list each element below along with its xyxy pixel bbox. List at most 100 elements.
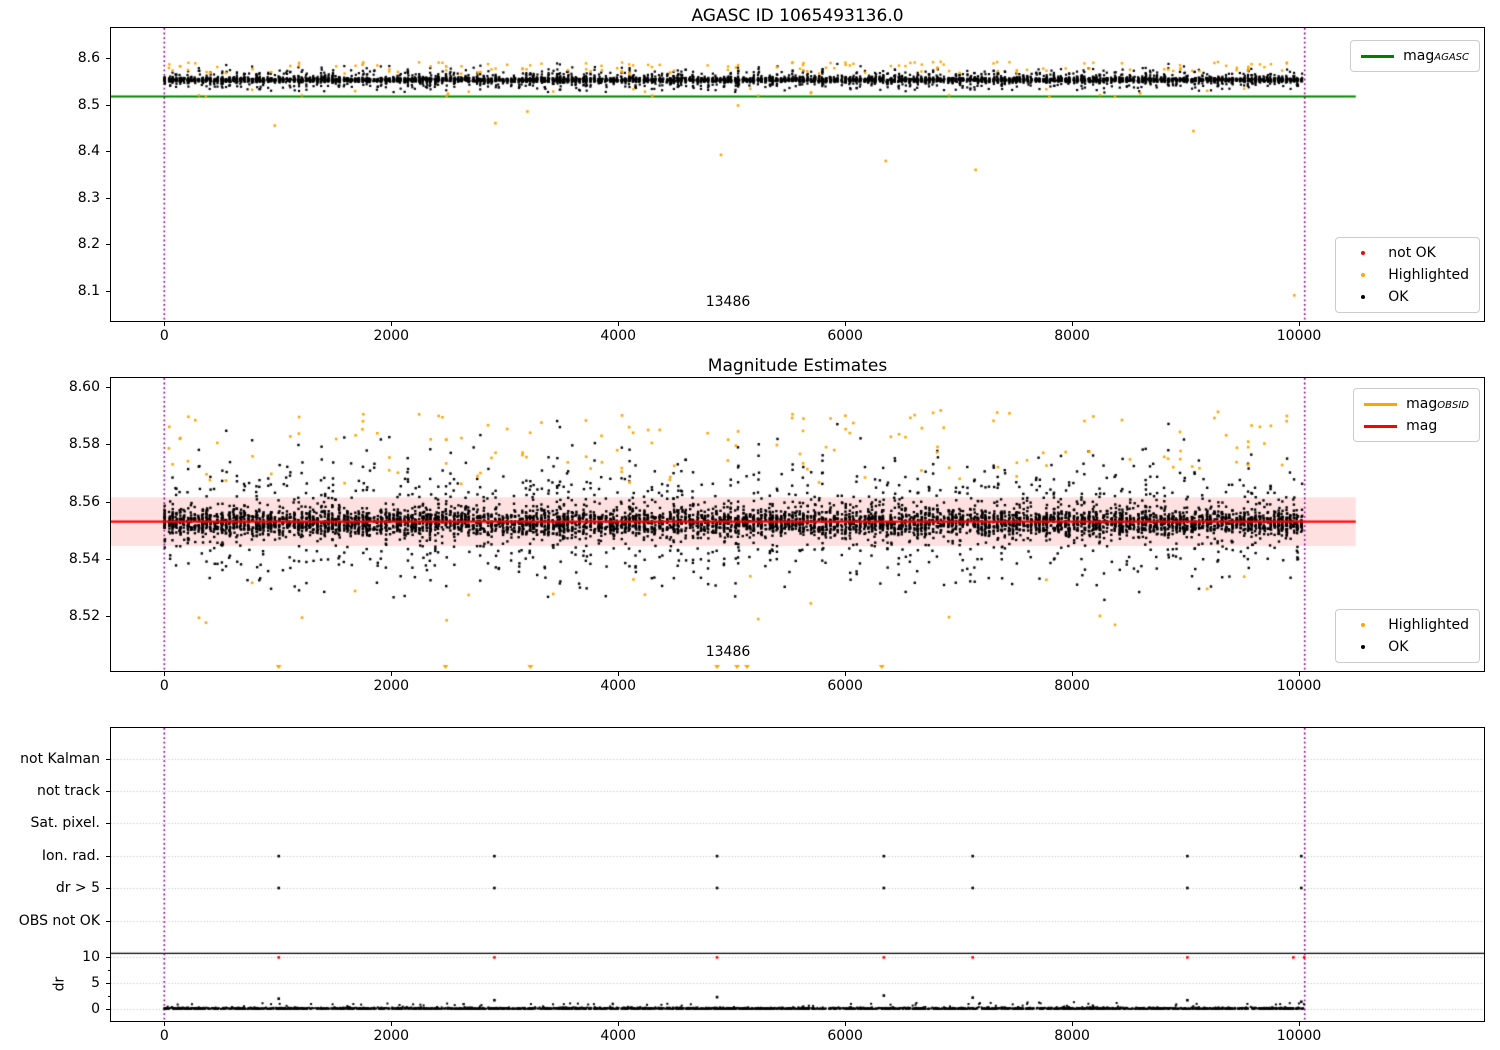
x-tick-label: 0 <box>159 1028 169 1044</box>
y-tick-label: 8.52 <box>68 608 100 625</box>
x-tick-label: 2000 <box>373 1028 410 1044</box>
mag-obsid-legend-label: magOBSID <box>1406 396 1469 412</box>
category-label: dr > 5 <box>55 880 100 896</box>
dr-tick-mark <box>106 983 110 985</box>
category-label: Sat. pixel. <box>30 815 100 832</box>
category-tick-mark <box>106 791 110 793</box>
dr-tick-mark <box>106 1008 110 1010</box>
figure: AGASC ID 1065493136.0 Magnitude Estimate… <box>0 0 1500 1050</box>
legend-row-not-ok: not OK <box>1346 243 1469 263</box>
y-tick-mark <box>106 291 110 293</box>
legend-row-highlighted-2: Highlighted <box>1346 615 1469 635</box>
mag-line-swatch <box>1364 424 1398 428</box>
x-tick-mark <box>618 322 620 326</box>
x-tick-label: 8000 <box>1054 678 1090 694</box>
middle-plot-canvas <box>111 378 1484 671</box>
y-tick-label: 8.3 <box>77 189 100 206</box>
category-label: not track <box>36 783 100 800</box>
mag-legend-label: mag <box>1406 418 1438 434</box>
x-tick-mark <box>1299 672 1301 676</box>
top-plot-canvas <box>111 28 1484 321</box>
not-ok-marker-icon <box>1346 251 1379 255</box>
y-tick-label: 8.1 <box>77 283 100 300</box>
dr-minor-tick-mark <box>107 996 110 998</box>
ok-legend-label: OK <box>1388 289 1409 305</box>
x-tick-label: 0 <box>159 328 169 344</box>
y-tick-label: 8.56 <box>68 493 100 510</box>
y-tick-label: 8.54 <box>68 550 100 567</box>
y-tick-mark <box>106 104 110 106</box>
x-tick-mark <box>391 672 393 676</box>
y-tick-mark <box>106 386 110 388</box>
x-tick-mark <box>1072 322 1074 326</box>
dr-tick-label: 5 <box>91 975 100 992</box>
category-label: not Kalman <box>20 750 100 767</box>
mag-agasc-legend-label: magAGASC <box>1403 48 1469 64</box>
legend-row-highlighted: Highlighted <box>1346 265 1469 285</box>
x-tick-mark <box>391 322 393 326</box>
y-tick-mark <box>106 501 110 503</box>
top-plot-title: AGASC ID 1065493136.0 <box>691 6 904 26</box>
top-plot-line-legend: magAGASC <box>1350 40 1480 72</box>
y-tick-mark <box>106 244 110 246</box>
y-tick-label: 8.5 <box>77 96 100 113</box>
x-tick-label: 0 <box>159 678 169 694</box>
legend-row-ok: OK <box>1346 287 1469 307</box>
legend-row-ok-2: OK <box>1346 637 1469 657</box>
category-tick-mark <box>106 758 110 760</box>
x-tick-label: 10000 <box>1276 1028 1322 1044</box>
x-tick-mark <box>1299 322 1301 326</box>
bottom-plot-area <box>110 727 1485 1022</box>
middle-plot-count-annotation: 13486 <box>705 644 751 660</box>
ok-marker-icon <box>1346 645 1379 649</box>
x-tick-label: 8000 <box>1054 1028 1090 1044</box>
y-tick-mark <box>106 151 110 153</box>
top-plot-area: 13486 magAGASC not OK Highlighted OK <box>110 27 1485 322</box>
y-tick-label: 8.6 <box>77 49 100 66</box>
x-tick-mark <box>1072 1022 1074 1026</box>
x-tick-label: 10000 <box>1276 678 1322 694</box>
category-tick-mark <box>106 856 110 858</box>
x-tick-label: 2000 <box>373 328 410 344</box>
highlighted-marker-icon <box>1346 273 1379 277</box>
x-tick-mark <box>845 322 847 326</box>
middle-plot-area: 13486 magOBSID mag Highlighted OK <box>110 377 1485 672</box>
y-tick-label: 8.2 <box>77 236 100 253</box>
dr-minor-tick-mark <box>107 970 110 972</box>
y-tick-mark <box>106 444 110 446</box>
dr-tick-mark <box>106 957 110 959</box>
legend-row-mag-agasc: magAGASC <box>1361 46 1469 66</box>
legend-row-mag: mag <box>1364 416 1469 436</box>
y-tick-mark <box>106 616 110 618</box>
x-tick-label: 8000 <box>1054 328 1090 344</box>
x-tick-label: 4000 <box>600 1028 637 1044</box>
category-tick-mark <box>106 823 110 825</box>
x-tick-label: 10000 <box>1276 328 1322 344</box>
x-tick-label: 4000 <box>600 328 637 344</box>
x-tick-mark <box>164 672 166 676</box>
x-tick-label: 2000 <box>373 678 410 694</box>
mag-obsid-line-swatch <box>1364 402 1398 406</box>
y-tick-label: 8.58 <box>68 436 100 453</box>
y-tick-mark <box>106 558 110 560</box>
x-tick-mark <box>845 1022 847 1026</box>
top-plot-count-annotation: 13486 <box>705 294 751 310</box>
y-tick-label: 8.60 <box>68 378 100 395</box>
x-tick-mark <box>845 672 847 676</box>
middle-plot-line-legend: magOBSID mag <box>1353 388 1480 442</box>
category-label: OBS not OK <box>18 912 100 929</box>
highlighted-marker-icon <box>1346 623 1379 627</box>
x-tick-mark <box>1299 1022 1301 1026</box>
x-tick-mark <box>164 1022 166 1026</box>
not-ok-legend-label: not OK <box>1388 245 1436 261</box>
middle-plot-title: Magnitude Estimates <box>707 356 888 376</box>
highlighted-legend-label: Highlighted <box>1388 267 1469 283</box>
x-tick-mark <box>164 322 166 326</box>
dr-tick-label: 0 <box>91 1000 100 1017</box>
category-label: Ion. rad. <box>41 848 100 865</box>
ok-legend-label: OK <box>1388 639 1409 655</box>
y-tick-label: 8.4 <box>77 143 100 160</box>
x-tick-mark <box>391 1022 393 1026</box>
x-tick-mark <box>618 1022 620 1026</box>
x-tick-label: 6000 <box>827 678 863 694</box>
